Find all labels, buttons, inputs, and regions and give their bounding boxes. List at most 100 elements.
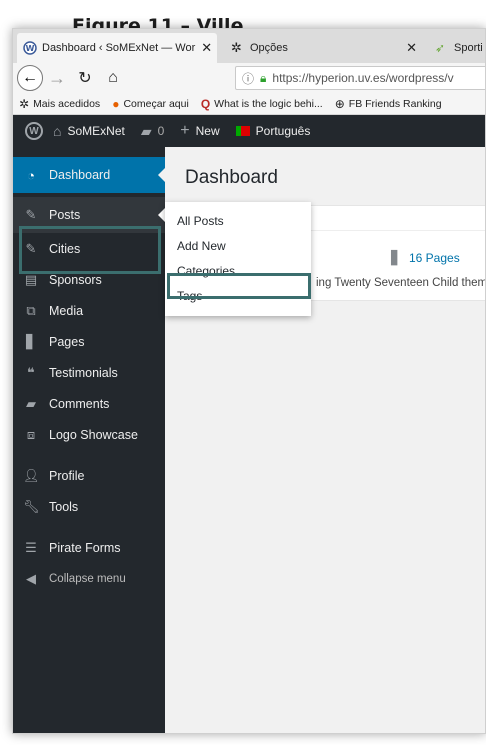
close-icon[interactable]: ✕ xyxy=(195,40,212,56)
gear-icon: ✲ xyxy=(231,40,242,55)
sidebar-item-label: Cities xyxy=(49,241,81,256)
sidebar-item-label: Profile xyxy=(49,468,85,483)
sidebar-item-testimonials[interactable]: ❝ Testimonials xyxy=(13,357,165,388)
sidebar-item-label: Dashboard xyxy=(49,168,111,182)
bookmark-label: FB Friends Ranking xyxy=(348,97,442,110)
back-arrow-icon[interactable]: ← xyxy=(17,65,43,91)
pages-count-label: 16 Pages xyxy=(409,251,460,265)
bookmark-mais-acedidos[interactable]: ✲ Mais acedidos xyxy=(19,97,100,111)
bookmark-fb-friends[interactable]: ⊕ FB Friends Ranking xyxy=(335,97,442,111)
svg-text:W: W xyxy=(26,44,35,53)
url-text: https://hyperion.uv.es/wordpress/v xyxy=(272,71,454,85)
browser-window: W Dashboard ‹ SoMExNet — Wor ✕ ✲ Opções … xyxy=(12,28,486,734)
tab-strip: W Dashboard ‹ SoMExNet — Wor ✕ ✲ Opções … xyxy=(13,29,485,63)
wordpress-logo-icon[interactable]: W xyxy=(25,122,43,140)
sidebar-item-label: Posts xyxy=(49,208,81,222)
sidebar-item-pages[interactable]: ▋ Pages xyxy=(13,326,165,357)
bookmark-label: Mais acedidos xyxy=(33,97,101,110)
lock-icon: 🔒︎ xyxy=(260,70,267,85)
bookmarks-bar: ✲ Mais acedidos ● Começar aqui Q What is… xyxy=(13,93,485,115)
admin-bar-language[interactable]: Português xyxy=(235,124,311,138)
sidebar-item-sponsors[interactable]: ▤ Sponsors xyxy=(13,264,165,295)
sidebar-item-pirate-forms[interactable]: ☰ Pirate Forms xyxy=(13,532,165,563)
media-icon: ⧉ xyxy=(26,302,36,318)
portugal-flag-icon xyxy=(235,126,250,136)
sidebar-item-cities[interactable]: ✎ Cities xyxy=(13,233,165,264)
sidebar-item-label: Collapse menu xyxy=(49,572,126,585)
home-icon[interactable]: ⌂ xyxy=(99,64,127,92)
comment-icon: ▰ xyxy=(26,395,36,411)
forms-icon: ☰ xyxy=(25,539,37,555)
sidebar-item-logo-showcase[interactable]: ⧈ Logo Showcase xyxy=(13,419,165,450)
comment-icon: ▰ xyxy=(140,122,152,139)
tab-sporti[interactable]: ➶ Sporti xyxy=(429,33,485,63)
collapse-icon: ◀ xyxy=(26,570,36,586)
sidebar-item-comments[interactable]: ▰ Comments xyxy=(13,388,165,419)
sidebar-item-posts[interactable]: ✎ Posts xyxy=(13,197,166,233)
url-bar[interactable]: ⓘ 🔒︎ https://hyperion.uv.es/wordpress/v xyxy=(235,66,485,90)
navigation-bar: ← → ↻ ⌂ ⓘ 🔒︎ https://hyperion.uv.es/word… xyxy=(13,63,485,93)
tab-dashboard[interactable]: W Dashboard ‹ SoMExNet — Wor ✕ xyxy=(17,33,217,63)
tab-label: Opções xyxy=(250,42,288,54)
quora-icon: Q xyxy=(200,96,211,111)
bookmark-logic[interactable]: Q What is the logic behi... xyxy=(201,97,323,111)
submenu-categories[interactable]: Categories xyxy=(165,258,311,283)
menu-separator xyxy=(13,450,165,460)
bookmark-label: Começar aqui xyxy=(123,97,189,110)
globe-icon: ⊕ xyxy=(334,96,345,111)
pages-count-link[interactable]: ▋ 16 Pages xyxy=(391,250,460,266)
sponsors-icon: ▤ xyxy=(24,271,38,287)
wp-admin-bar: W ⌂ SoMExNet ▰ 0 + New Português xyxy=(13,115,485,147)
wordpress-favicon-icon: W xyxy=(23,41,37,55)
language-label: Português xyxy=(255,124,311,138)
admin-bar-new[interactable]: + New xyxy=(180,122,219,140)
tab-opcoes[interactable]: ✲ Opções ✕ xyxy=(225,33,423,63)
sidebar-collapse-menu[interactable]: ◀ Collapse menu xyxy=(13,563,165,594)
sidebar-item-media[interactable]: ⧉ Media xyxy=(13,295,165,326)
bookmark-label: What is the logic behi... xyxy=(214,97,323,110)
new-label: New xyxy=(195,124,220,138)
firefox-icon: ● xyxy=(112,96,120,111)
tab-label: Sporti xyxy=(454,42,483,54)
user-icon: 👤︎ xyxy=(23,467,40,483)
pin-icon: ✎ xyxy=(25,240,37,256)
sidebar-item-label: Media xyxy=(49,303,84,318)
sidebar-item-label: Pages xyxy=(49,334,85,349)
tab-label: Dashboard ‹ SoMExNet — Wor xyxy=(42,42,196,54)
submenu-add-new[interactable]: Add New xyxy=(165,233,311,258)
close-icon[interactable]: ✕ xyxy=(400,40,417,56)
sidebar-item-label: Testimonials xyxy=(49,365,118,380)
leaf-favicon-icon: ➶ xyxy=(435,41,446,55)
sidebar-item-label: Tools xyxy=(49,499,79,514)
comments-count: 0 xyxy=(157,124,165,138)
gear-icon: ✲ xyxy=(19,96,30,111)
reload-icon[interactable]: ↻ xyxy=(71,64,99,92)
sidebar-item-label: Pirate Forms xyxy=(49,540,121,555)
posts-flyout-submenu: All Posts Add New Categories Tags xyxy=(165,202,311,316)
admin-bar-comments[interactable]: ▰ 0 xyxy=(141,123,164,140)
forward-arrow-icon[interactable]: → xyxy=(43,64,71,92)
theme-info: ing Twenty Seventeen Child theme xyxy=(316,277,486,289)
logo-icon: ⧈ xyxy=(26,426,36,442)
wrench-icon: 🔧︎ xyxy=(23,498,40,514)
plus-icon: + xyxy=(180,122,190,139)
sidebar-item-label: Sponsors xyxy=(49,272,102,287)
sidebar-item-profile[interactable]: 👤︎ Profile xyxy=(13,460,165,491)
pin-icon: ✎ xyxy=(25,207,37,222)
sidebar-item-tools[interactable]: 🔧︎ Tools xyxy=(13,491,165,522)
submenu-all-posts[interactable]: All Posts xyxy=(165,208,311,233)
menu-separator xyxy=(13,522,165,532)
home-icon: ⌂ xyxy=(53,123,62,139)
bookmark-comecar-aqui[interactable]: ● Começar aqui xyxy=(112,97,189,111)
dashboard-icon: ◔ xyxy=(27,167,35,183)
sidebar-item-dashboard[interactable]: ◔ Dashboard xyxy=(13,157,166,193)
site-name: SoMExNet xyxy=(67,124,125,138)
page-title: Dashboard xyxy=(185,167,278,188)
sidebar-item-label: Logo Showcase xyxy=(49,427,138,442)
info-icon: ⓘ xyxy=(242,71,255,86)
pages-icon: ▋ xyxy=(26,333,36,349)
pages-icon: ▋ xyxy=(391,250,401,265)
submenu-tags[interactable]: Tags xyxy=(165,283,311,308)
sidebar-item-label: Comments xyxy=(49,396,110,411)
admin-bar-site[interactable]: ⌂ SoMExNet xyxy=(53,123,125,139)
